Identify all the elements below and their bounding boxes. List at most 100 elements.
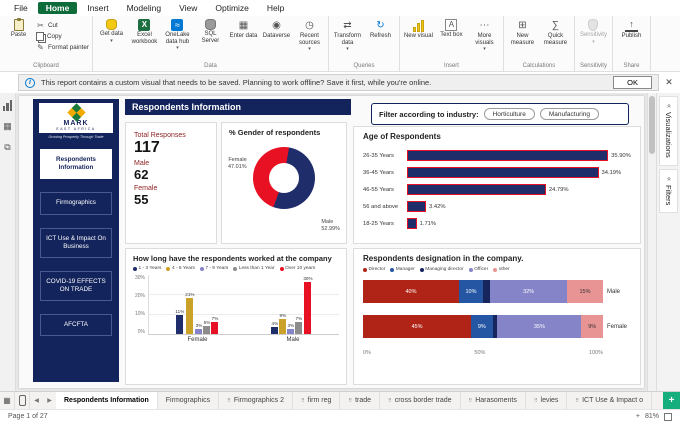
column-bar[interactable]	[176, 315, 184, 335]
new-visual-button[interactable]: New visual	[403, 17, 434, 40]
excel-workbook-button[interactable]: Excel workbook	[129, 17, 160, 45]
zoom-level[interactable]: 81%	[645, 413, 659, 420]
onelake-data-hub-button[interactable]: OneLake data hub▾	[162, 17, 193, 52]
page-tab[interactable]: ⠿ Firmographics 2	[219, 392, 293, 409]
gender-donut[interactable]	[253, 147, 315, 210]
nav-respondents-information[interactable]: Respondents Information	[40, 149, 112, 180]
legend-item[interactable]: Managing director	[419, 267, 464, 272]
legend-item[interactable]: Manager	[390, 267, 415, 272]
page-tab[interactable]: ⠿ cross border trade	[380, 392, 461, 409]
tab-view[interactable]: View	[171, 2, 205, 14]
column-bar[interactable]	[304, 282, 312, 335]
tab-help[interactable]: Help	[259, 2, 292, 14]
legend-item[interactable]: Director	[363, 267, 385, 272]
page-tab[interactable]: ⠿ ICT Use & Impact o	[567, 392, 653, 409]
cut-button[interactable]: ✂ Cut	[36, 21, 89, 30]
ok-button[interactable]: OK	[613, 76, 652, 89]
tab-home[interactable]: Home	[37, 2, 78, 14]
page-tab[interactable]: ⠿ trade	[340, 392, 381, 409]
filter-horticulture-button[interactable]: Horticulture	[483, 108, 535, 120]
stacked-segment[interactable]: 9%	[581, 315, 603, 338]
visualizations-pane-collapsed[interactable]: «Visualizations	[659, 96, 678, 166]
column-bar[interactable]	[211, 322, 219, 335]
format-painter-button[interactable]: ✎ Format painter	[36, 43, 89, 52]
vertical-scrollbar[interactable]	[647, 93, 656, 391]
age-bar[interactable]	[407, 167, 599, 178]
tab-scroll-right-icon[interactable]: ▶	[43, 392, 56, 409]
tab-file[interactable]: File	[6, 2, 36, 14]
page-tab[interactable]: Firmographics	[158, 392, 220, 409]
column-bar[interactable]	[287, 329, 295, 335]
legend-item[interactable]: 7 - 9 Years	[199, 266, 228, 271]
report-view-icon[interactable]	[2, 99, 14, 111]
model-view-icon[interactable]: ⧉	[2, 141, 14, 153]
sql-server-button[interactable]: SQL Server	[195, 17, 226, 44]
page-tab[interactable]: Respondents Information	[56, 392, 158, 409]
scrollbar-thumb[interactable]	[649, 96, 655, 154]
sensitivity-button[interactable]: Sensitivity ▾	[578, 17, 609, 45]
page-tab[interactable]: ⠿ Harasoments	[461, 392, 526, 409]
stacked-segment[interactable]: 40%	[363, 280, 459, 303]
stacked-segment[interactable]: 45%	[363, 315, 471, 338]
tab-scroll-left-icon[interactable]: ◀	[30, 392, 43, 409]
age-bar[interactable]	[407, 184, 546, 195]
legend-item[interactable]: other	[493, 267, 510, 272]
tab-optimize[interactable]: Optimize	[207, 2, 257, 14]
column-bar[interactable]	[279, 318, 287, 335]
nav-afcfta[interactable]: AFCFTA	[40, 314, 112, 337]
tab-modeling[interactable]: Modeling	[119, 2, 170, 14]
fit-to-page-icon[interactable]	[664, 412, 672, 421]
page-tab[interactable]: ⠿ levies	[526, 392, 568, 409]
age-bar[interactable]	[407, 201, 427, 212]
stacked-segment[interactable]: 35%	[497, 315, 582, 338]
tab-insert[interactable]: Insert	[79, 2, 116, 14]
enter-data-button[interactable]: ▦ Enter data	[228, 17, 259, 40]
copy-button[interactable]: Copy	[36, 32, 89, 41]
column-bar[interactable]	[186, 297, 194, 335]
page-indicator[interactable]: Page 1 of 27	[8, 413, 48, 420]
new-measure-button[interactable]: ⊞ New measure	[507, 17, 538, 46]
filters-pane-collapsed[interactable]: «Filters	[659, 168, 678, 213]
stacked-segment[interactable]: 15%	[566, 280, 603, 303]
stacked-segment[interactable]: 10%	[459, 280, 483, 303]
legend-item[interactable]: 1 - 3 Years	[133, 266, 161, 271]
quick-measure-button[interactable]: ∑ Quick measure	[540, 17, 571, 46]
paste-button[interactable]: Paste	[3, 17, 34, 39]
close-icon[interactable]: ✕	[662, 77, 676, 88]
new-page-button[interactable]: +	[663, 392, 680, 409]
column-bar[interactable]	[195, 329, 203, 335]
column-bar[interactable]	[271, 327, 279, 335]
grid-view-icon[interactable]: ▦	[0, 392, 15, 409]
filter-manufacturing-button[interactable]: Manufacturing	[539, 108, 600, 120]
nav-covid-effects[interactable]: COVID-19 EFFECTS ON TRADE	[40, 270, 112, 302]
column-bar[interactable]	[295, 322, 303, 335]
nav-firmographics[interactable]: Firmographics	[40, 192, 112, 215]
transform-data-button[interactable]: ⇄ Transform data ▾	[332, 17, 363, 53]
stacked-segment[interactable]: 32%	[490, 280, 567, 303]
dataverse-button[interactable]: ◉ Dataverse	[261, 17, 292, 40]
ribbon-group-calculations: ⊞ New measure ∑ Quick measure Calculations	[504, 16, 575, 71]
age-bar[interactable]	[407, 150, 609, 161]
legend-item[interactable]: Officer	[468, 267, 488, 272]
text-box-button[interactable]: A Text box	[436, 17, 467, 39]
age-bar[interactable]	[407, 218, 417, 229]
page-tab[interactable]: ⠿ firm reg	[293, 392, 341, 409]
stacked-segment[interactable]	[483, 280, 491, 303]
x-tick-label: 100%	[588, 350, 603, 356]
legend-item[interactable]: Less than 1 Year	[233, 266, 275, 271]
legend-item[interactable]: Over 10 years	[279, 266, 315, 271]
zoom-in-icon[interactable]: +	[636, 413, 640, 420]
data-view-icon[interactable]: ▦	[2, 120, 14, 132]
get-data-button[interactable]: Get data ▾	[96, 17, 127, 44]
column-bar[interactable]	[203, 325, 211, 335]
segment-value-label: 15%	[579, 288, 591, 295]
mobile-layout-icon[interactable]	[15, 392, 30, 409]
legend-item[interactable]: 4 - 6 Years	[166, 266, 195, 271]
recent-sources-button[interactable]: ◷ Recent sources ▾	[294, 17, 325, 53]
stacked-segment[interactable]: 9%	[471, 315, 493, 338]
more-visuals-button[interactable]: ⋯ More visuals ▾	[469, 17, 500, 53]
publish-button[interactable]: ↑ Publish	[616, 17, 647, 40]
legend-swatch-icon	[390, 267, 395, 272]
nav-ict-use[interactable]: ICT Use & Impact On Business	[40, 227, 112, 258]
refresh-button[interactable]: ↻ Refresh	[365, 17, 396, 40]
